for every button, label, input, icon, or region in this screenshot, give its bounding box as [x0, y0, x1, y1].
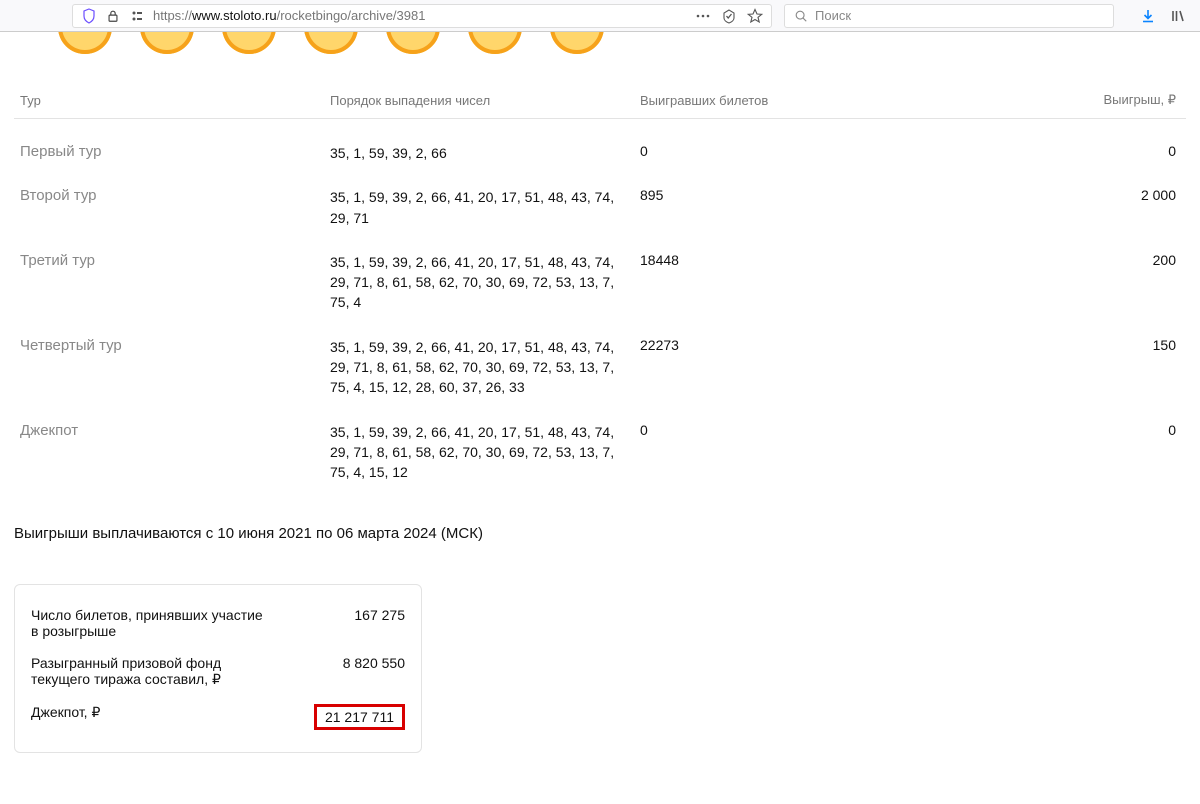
address-bar[interactable]: https://www.stoloto.ru/rocketbingo/archi…: [72, 4, 772, 28]
more-icon[interactable]: [695, 8, 711, 24]
summary-row-jackpot: Джекпот, ₽ 21 217 711: [31, 696, 405, 738]
coin-icon: [468, 32, 522, 54]
round-prize: 2 000: [934, 163, 1186, 228]
summary-label: Джекпот, ₽: [31, 704, 100, 721]
round-name: Второй тур: [14, 163, 324, 228]
jackpot-highlight: 21 217 711: [314, 704, 405, 730]
reader-icon[interactable]: [721, 8, 737, 24]
url-text: https://www.stoloto.ru/rocketbingo/archi…: [153, 8, 681, 23]
round-winners: 18448: [634, 228, 934, 313]
coin-icon: [222, 32, 276, 54]
round-numbers: 35, 1, 59, 39, 2, 66: [324, 119, 634, 164]
coin-icon: [550, 32, 604, 54]
summary-label: Число билетов, принявших участие в розыг…: [31, 607, 271, 639]
round-winners: 0: [634, 398, 934, 483]
page-content: Тур Порядок выпадения чисел Выигравших б…: [0, 54, 1200, 753]
summary-value: 21 217 711: [314, 704, 405, 730]
round-name: Джекпот: [14, 398, 324, 483]
download-icon[interactable]: [1140, 8, 1156, 24]
search-box[interactable]: Поиск: [784, 4, 1114, 28]
permissions-icon: [129, 8, 145, 24]
round-numbers: 35, 1, 59, 39, 2, 66, 41, 20, 17, 51, 48…: [324, 163, 634, 228]
col-prize: Выигрыш, ₽: [934, 84, 1186, 119]
coin-icon: [58, 32, 112, 54]
shield-icon: [81, 8, 97, 24]
round-prize: 150: [934, 313, 1186, 398]
coins-row: [0, 32, 1200, 54]
summary-row-tickets: Число билетов, принявших участие в розыг…: [31, 599, 405, 647]
round-name: Первый тур: [14, 119, 324, 164]
summary-row-fund: Разыгранный призовой фонд текущего тираж…: [31, 647, 405, 696]
round-winners: 895: [634, 163, 934, 228]
round-prize: 200: [934, 228, 1186, 313]
table-row: Первый тур 35, 1, 59, 39, 2, 66 0 0: [14, 119, 1186, 164]
coin-icon: [140, 32, 194, 54]
star-icon[interactable]: [747, 8, 763, 24]
round-prize: 0: [934, 119, 1186, 164]
round-name: Третий тур: [14, 228, 324, 313]
search-icon: [793, 8, 809, 24]
table-row: Джекпот 35, 1, 59, 39, 2, 66, 41, 20, 17…: [14, 398, 1186, 483]
results-table: Тур Порядок выпадения чисел Выигравших б…: [14, 84, 1186, 483]
round-prize: 0: [934, 398, 1186, 483]
coin-icon: [386, 32, 440, 54]
round-numbers: 35, 1, 59, 39, 2, 66, 41, 20, 17, 51, 48…: [324, 228, 634, 313]
summary-value: 8 820 550: [343, 655, 405, 671]
search-placeholder: Поиск: [815, 8, 851, 23]
col-winners: Выигравших билетов: [634, 84, 934, 119]
col-order: Порядок выпадения чисел: [324, 84, 634, 119]
payout-note: Выигрыши выплачиваются с 10 июня 2021 по…: [14, 525, 1186, 542]
round-name: Четвертый тур: [14, 313, 324, 398]
library-icon[interactable]: [1170, 8, 1186, 24]
browser-toolbar: https://www.stoloto.ru/rocketbingo/archi…: [0, 0, 1200, 32]
summary-label: Разыгранный призовой фонд текущего тираж…: [31, 655, 271, 688]
lock-icon: [105, 8, 121, 24]
table-row: Третий тур 35, 1, 59, 39, 2, 66, 41, 20,…: [14, 228, 1186, 313]
col-round: Тур: [14, 84, 324, 119]
round-winners: 0: [634, 119, 934, 164]
round-numbers: 35, 1, 59, 39, 2, 66, 41, 20, 17, 51, 48…: [324, 398, 634, 483]
summary-box: Число билетов, принявших участие в розыг…: [14, 584, 422, 753]
coin-icon: [304, 32, 358, 54]
summary-value: 167 275: [354, 607, 405, 623]
table-row: Второй тур 35, 1, 59, 39, 2, 66, 41, 20,…: [14, 163, 1186, 228]
round-numbers: 35, 1, 59, 39, 2, 66, 41, 20, 17, 51, 48…: [324, 313, 634, 398]
round-winners: 22273: [634, 313, 934, 398]
table-row: Четвертый тур 35, 1, 59, 39, 2, 66, 41, …: [14, 313, 1186, 398]
